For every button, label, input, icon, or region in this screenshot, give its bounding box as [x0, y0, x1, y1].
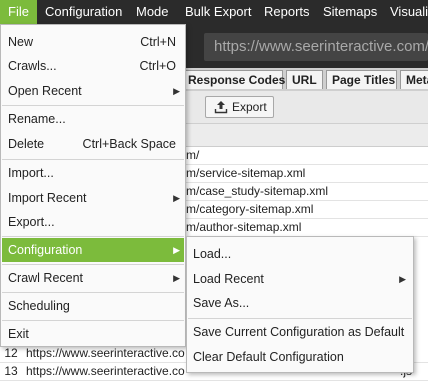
chevron-right-icon: ▶: [399, 274, 406, 284]
menu-reports[interactable]: Reports: [264, 0, 310, 24]
file-menu-scheduling[interactable]: Scheduling: [2, 294, 184, 318]
menu-item-label: Open Recent: [8, 84, 82, 98]
menu-item-label: Configuration: [8, 243, 83, 257]
file-menu-export[interactable]: Export...: [2, 210, 184, 234]
file-menu: New Ctrl+N Crawls... Ctrl+O Open Recent …: [0, 24, 186, 347]
row-url: m/category-sitemap.xml: [186, 202, 314, 216]
menu-item-label: New: [8, 35, 34, 49]
row-url: https://www.seerinteractive.co: [26, 364, 185, 378]
file-menu-rename[interactable]: Rename...: [2, 107, 184, 131]
menu-separator: [2, 292, 184, 293]
menu-item-label: Export...: [8, 215, 55, 229]
file-menu-exit[interactable]: Exit: [2, 322, 184, 346]
config-menu-clear-default[interactable]: Clear Default Configuration: [188, 345, 412, 369]
row-number: 12: [4, 346, 18, 360]
menu-bar: File Configuration Mode Bulk Export Repo…: [0, 0, 428, 24]
configuration-submenu: Load... Load Recent ▶ Save As... Save Cu…: [186, 236, 414, 373]
menu-separator: [2, 320, 184, 321]
row-url: m/author-sitemap.xml: [186, 220, 302, 234]
menu-item-label: Clear Default Configuration: [193, 350, 344, 364]
config-menu-load[interactable]: Load...: [188, 242, 412, 266]
file-menu-new[interactable]: New Ctrl+N: [2, 30, 184, 54]
menu-separator: [2, 236, 184, 237]
file-menu-open-recent[interactable]: Open Recent ▶: [2, 79, 184, 103]
file-menu-crawl-recent[interactable]: Crawl Recent ▶: [2, 266, 184, 290]
menu-item-label: Save As...: [193, 296, 250, 310]
file-menu-import[interactable]: Import...: [2, 161, 184, 185]
menu-sitemaps[interactable]: Sitemaps: [323, 0, 377, 24]
menu-item-shortcut: Ctrl+N: [140, 35, 176, 49]
chevron-right-icon: ▶: [173, 86, 180, 96]
menu-item-shortcut: Ctrl+Back Space: [82, 137, 176, 151]
menu-separator: [2, 264, 184, 265]
url-input[interactable]: https://www.seerinteractive.com/: [204, 33, 428, 61]
menu-item-label: Load...: [193, 247, 232, 261]
export-button[interactable]: Export: [205, 96, 274, 118]
export-button-label: Export: [232, 100, 267, 114]
menu-separator: [188, 318, 412, 319]
chevron-right-icon: ▶: [173, 273, 180, 283]
config-menu-save-default[interactable]: Save Current Configuration as Default: [188, 320, 412, 344]
menu-item-label: Crawl Recent: [8, 271, 84, 285]
menu-item-shortcut: Ctrl+O: [139, 59, 176, 73]
row-url: m/: [186, 148, 200, 162]
menu-item-label: Scheduling: [8, 299, 70, 313]
menu-bulk-export[interactable]: Bulk Export: [185, 0, 251, 24]
menu-mode[interactable]: Mode: [136, 0, 169, 24]
row-url: m/case_study-sitemap.xml: [186, 184, 329, 198]
row-number: 13: [4, 364, 18, 378]
tab-meta[interactable]: Meta: [400, 70, 428, 89]
menu-separator: [2, 159, 184, 160]
file-menu-import-recent[interactable]: Import Recent ▶: [2, 186, 184, 210]
menu-visualisations[interactable]: Visualis: [390, 0, 428, 24]
menu-file[interactable]: File: [0, 0, 37, 24]
export-icon: [214, 100, 228, 117]
chevron-right-icon: ▶: [173, 245, 180, 255]
file-menu-delete[interactable]: Delete Ctrl+Back Space: [2, 132, 184, 156]
menu-item-label: Delete: [8, 137, 45, 151]
tab-url[interactable]: URL: [286, 70, 323, 89]
menu-configuration[interactable]: Configuration: [45, 0, 122, 24]
menu-item-label: Save Current Configuration as Default: [193, 325, 405, 339]
tab-page-titles[interactable]: Page Titles: [326, 70, 397, 89]
menu-separator: [2, 105, 184, 106]
tab-response-codes[interactable]: Response Codes: [182, 70, 285, 89]
file-menu-configuration[interactable]: Configuration ▶: [2, 238, 184, 262]
menu-item-label: Crawls...: [8, 59, 57, 73]
config-menu-save-as[interactable]: Save As...: [188, 291, 412, 315]
menu-item-label: Load Recent: [193, 272, 264, 286]
file-menu-crawls[interactable]: Crawls... Ctrl+O: [2, 54, 184, 78]
config-menu-load-recent[interactable]: Load Recent ▶: [188, 267, 412, 291]
row-url: m/service-sitemap.xml: [186, 166, 306, 180]
row-url: https://www.seerinteractive.co: [26, 346, 185, 360]
menu-item-label: Exit: [8, 327, 29, 341]
menu-item-label: Rename...: [8, 112, 66, 126]
chevron-right-icon: ▶: [173, 193, 180, 203]
menu-item-label: Import...: [8, 166, 54, 180]
menu-item-label: Import Recent: [8, 191, 87, 205]
